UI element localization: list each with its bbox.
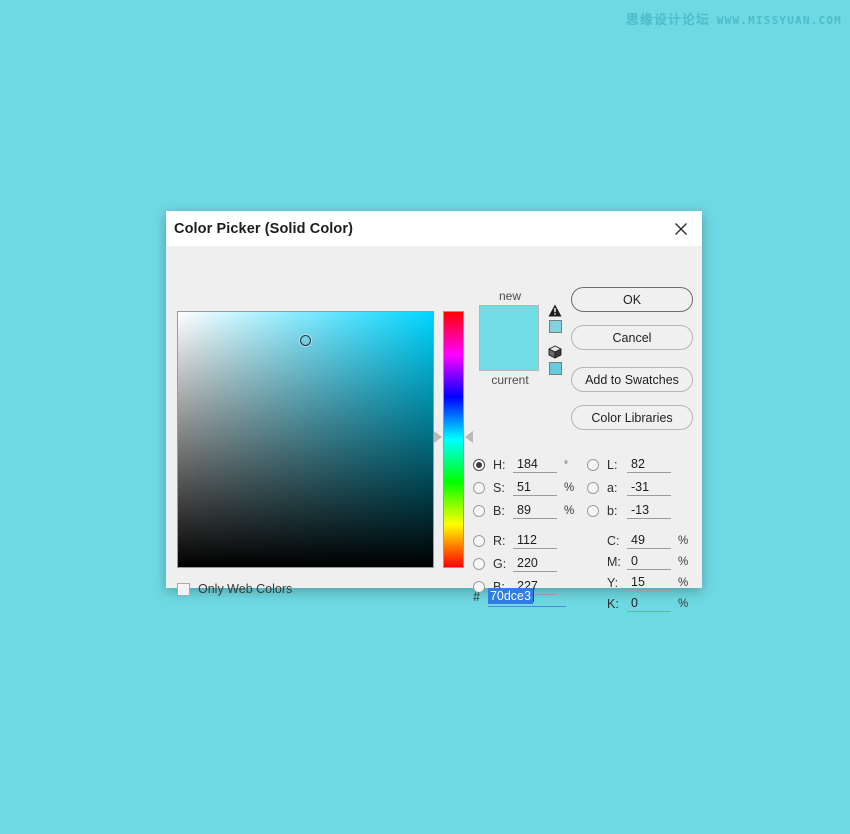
unit-m: %	[678, 556, 688, 568]
preview-new-swatch[interactable]	[480, 306, 538, 338]
hue-slider[interactable]	[443, 311, 464, 568]
input-m[interactable]	[627, 554, 671, 570]
hex-input[interactable]: 70dce3	[488, 587, 566, 607]
watermark: 思缘设计论坛 WWW.MISSYUAN.COM	[626, 9, 842, 28]
input-lab-b[interactable]	[627, 503, 671, 519]
only-web-colors-checkbox-box[interactable]	[177, 583, 190, 596]
preview-current-label: current	[479, 372, 541, 388]
label-g: G:	[493, 557, 513, 571]
radio-a[interactable]	[587, 482, 599, 494]
label-s: S:	[493, 481, 513, 495]
hex-caret	[533, 589, 534, 602]
unit-c: %	[678, 535, 688, 547]
input-g[interactable]	[513, 556, 557, 572]
input-s[interactable]	[513, 480, 557, 496]
label-b-brightness: B:	[493, 504, 513, 518]
sv-black-layer	[178, 312, 433, 567]
out-of-gamut-swatch[interactable]	[549, 320, 562, 333]
field-row-m: M: %	[587, 552, 688, 572]
field-row-k: K: %	[587, 594, 688, 614]
web-safe-swatch[interactable]	[549, 362, 562, 375]
hue-slider-handle-left[interactable]	[434, 431, 442, 443]
preview-swatch-stack	[479, 305, 539, 371]
input-h[interactable]	[513, 457, 557, 473]
input-l[interactable]	[627, 457, 671, 473]
label-c: C:	[607, 534, 627, 548]
radio-r[interactable]	[473, 535, 485, 547]
label-r: R:	[493, 534, 513, 548]
unit-s: %	[564, 482, 574, 494]
cube-icon[interactable]	[548, 345, 562, 359]
color-preview: new current	[479, 288, 541, 388]
input-r[interactable]	[513, 533, 557, 549]
only-web-colors-checkbox[interactable]: Only Web Colors	[177, 582, 292, 596]
radio-h[interactable]	[473, 459, 485, 471]
input-k[interactable]	[627, 596, 671, 612]
input-a[interactable]	[627, 480, 671, 496]
label-k: K:	[607, 597, 627, 611]
label-m: M:	[607, 555, 627, 569]
cube-icon-glyph	[548, 345, 562, 359]
radio-s[interactable]	[473, 482, 485, 494]
add-to-swatches-button[interactable]: Add to Swatches	[571, 367, 693, 392]
label-lab-b: b:	[607, 504, 627, 518]
warning-triangle-icon-glyph	[548, 304, 562, 317]
field-row-r: R:	[473, 531, 557, 551]
preview-current-swatch[interactable]	[480, 338, 538, 370]
radio-l[interactable]	[587, 459, 599, 471]
input-y[interactable]	[627, 575, 671, 591]
unit-k: %	[678, 598, 688, 610]
gamut-indicator-column	[546, 304, 564, 375]
dialog-titlebar: Color Picker (Solid Color)	[166, 211, 702, 246]
radio-g[interactable]	[473, 558, 485, 570]
dialog-title: Color Picker (Solid Color)	[174, 221, 668, 237]
preview-new-label: new	[479, 288, 541, 304]
input-c[interactable]	[627, 533, 671, 549]
field-row-y: Y: %	[587, 573, 688, 593]
watermark-chinese-text: 思缘设计论坛	[626, 9, 710, 28]
label-a: a:	[607, 481, 627, 495]
label-l: L:	[607, 458, 627, 472]
color-picker-dialog: Color Picker (Solid Color) Only Web Colo…	[166, 211, 702, 588]
field-row-c: C: %	[587, 531, 688, 551]
watermark-url-text: WWW.MISSYUAN.COM	[717, 14, 842, 27]
close-icon[interactable]	[668, 216, 694, 242]
saturation-brightness-field[interactable]	[177, 311, 434, 568]
ok-button[interactable]: OK	[571, 287, 693, 312]
hex-hash-label: #	[473, 590, 480, 604]
field-row-h: H: °	[473, 455, 568, 475]
radio-b-brightness[interactable]	[473, 505, 485, 517]
field-row-l: L:	[587, 455, 671, 475]
cancel-button[interactable]: Cancel	[571, 325, 693, 350]
unit-h: °	[564, 460, 568, 471]
field-row-s: S: %	[473, 478, 574, 498]
field-row-b-brightness: B: %	[473, 501, 574, 521]
unit-y: %	[678, 577, 688, 589]
field-row-g: G:	[473, 554, 557, 574]
warning-triangle-icon[interactable]	[548, 304, 562, 317]
color-libraries-button[interactable]: Color Libraries	[571, 405, 693, 430]
unit-b-brightness: %	[564, 505, 574, 517]
input-b-brightness[interactable]	[513, 503, 557, 519]
hex-field-row: # 70dce3	[473, 587, 566, 607]
only-web-colors-label: Only Web Colors	[198, 582, 292, 596]
label-h: H:	[493, 458, 513, 472]
radio-lab-b[interactable]	[587, 505, 599, 517]
hue-slider-handle-right[interactable]	[465, 431, 473, 443]
field-row-lab-b: b:	[587, 501, 671, 521]
field-row-a: a:	[587, 478, 671, 498]
label-y: Y:	[607, 576, 627, 590]
sv-cursor-handle[interactable]	[300, 335, 311, 346]
hex-input-value: 70dce3	[488, 588, 533, 604]
dialog-body: Only Web Colors new current	[166, 246, 702, 588]
close-icon-glyph	[674, 222, 688, 236]
dialog-buttons: OK Cancel Add to Swatches Color Librarie…	[571, 287, 693, 430]
